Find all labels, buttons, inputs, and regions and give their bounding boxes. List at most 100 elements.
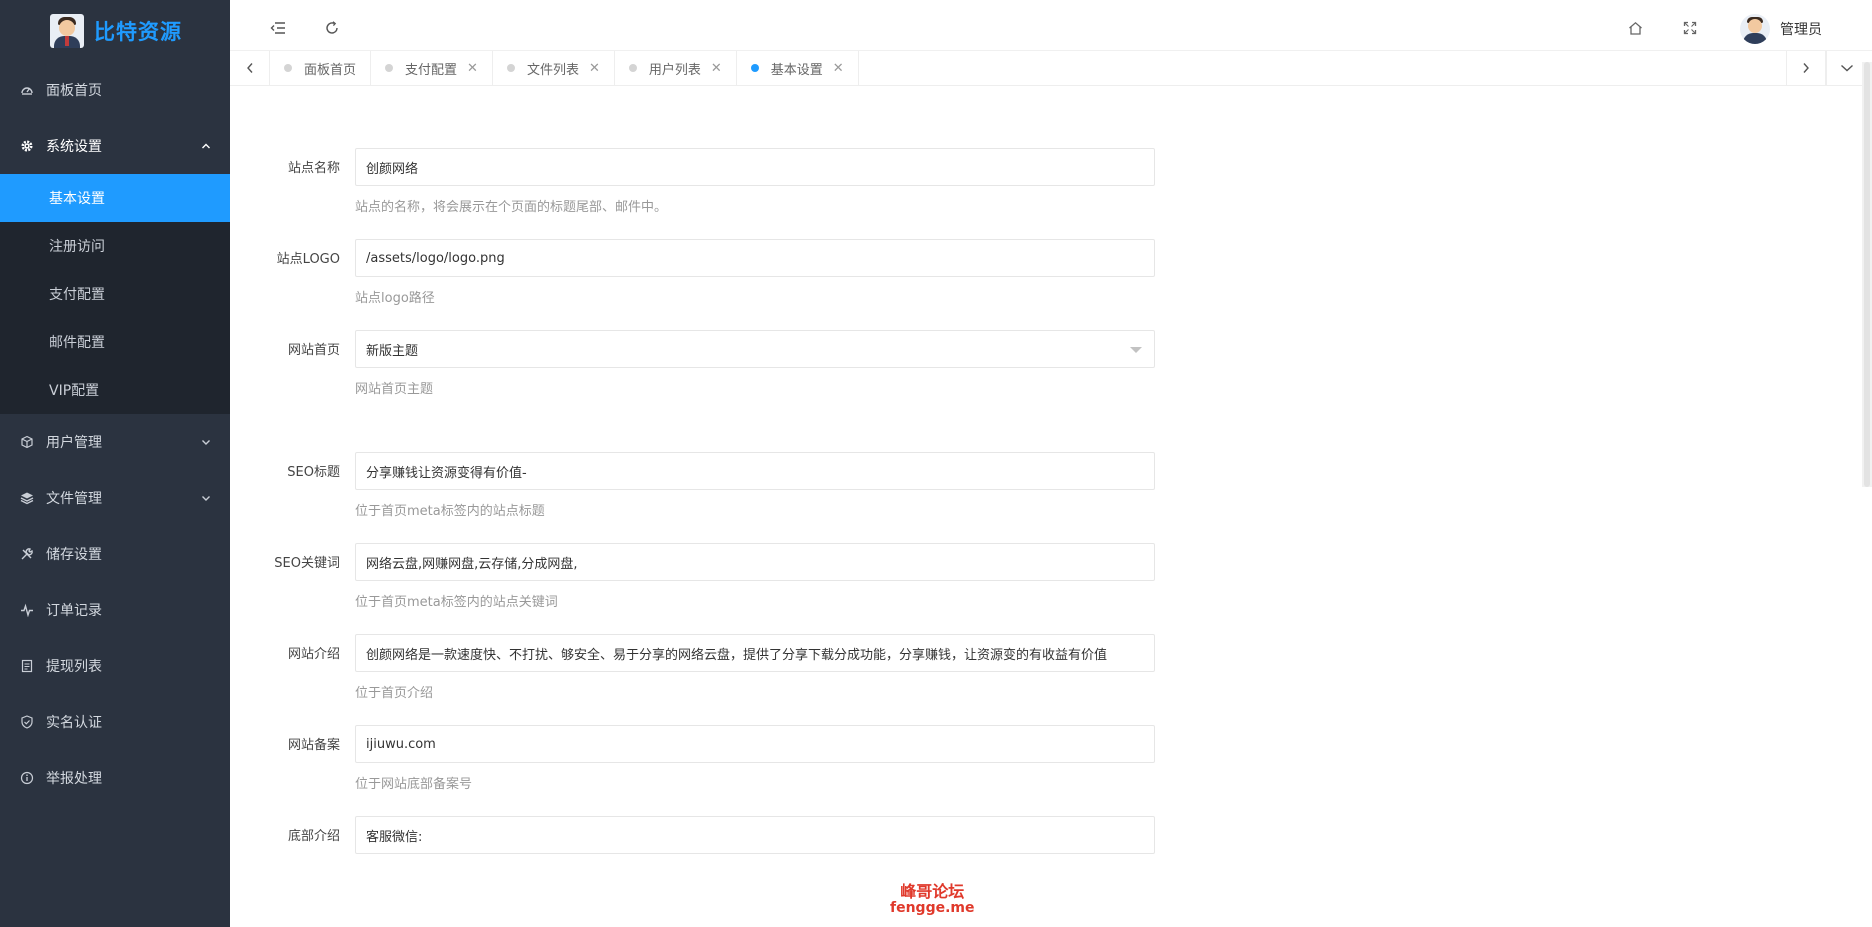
tab-dropdown-button[interactable]: [1826, 51, 1866, 85]
sidebar-item-order-records[interactable]: 订单记录: [0, 582, 230, 638]
sidebar-item-register-access[interactable]: 注册访问: [0, 222, 230, 270]
tabs: 面板首页 支付配置 ✕ 文件列表 ✕ 用户列表 ✕ 基本设置 ✕: [270, 51, 859, 85]
chevron-left-icon: [246, 63, 253, 73]
gear-icon: [20, 139, 34, 153]
refresh-icon[interactable]: [322, 18, 342, 38]
field-help: 站点logo路径: [355, 291, 435, 306]
tab-scroll-left-button[interactable]: [230, 51, 270, 85]
info-icon: [20, 771, 34, 785]
brand-name: 比特资源: [94, 20, 182, 44]
sidebar-item-file-management[interactable]: 文件管理: [0, 470, 230, 526]
avatar[interactable]: [1740, 14, 1770, 44]
tab-payment-config[interactable]: 支付配置 ✕: [371, 51, 493, 85]
field-label: 站点LOGO: [276, 252, 340, 267]
tab-basic-settings[interactable]: 基本设置 ✕: [737, 51, 859, 85]
tab-label: 文件列表: [526, 62, 579, 78]
scrollbar-thumb[interactable]: [1864, 62, 1870, 487]
tab-dot: [628, 64, 637, 72]
site-name-input[interactable]: [355, 148, 1155, 186]
field-label: 网站首页: [287, 343, 340, 358]
cube-icon: [20, 435, 34, 449]
sidebar-item-system-settings[interactable]: 系统设置: [0, 118, 230, 174]
sidebar-item-storage-settings[interactable]: 储存设置: [0, 526, 230, 582]
user-name[interactable]: 管理员: [1780, 19, 1822, 39]
menu-fold-icon[interactable]: [268, 18, 288, 38]
field-label: 网站备案: [287, 738, 340, 753]
field-label: 网站介绍: [287, 647, 340, 662]
sidebar: 比特资源 面板首页 系统设置 基本设置 注册访问 支付配置 邮件配置 VIP配置…: [0, 0, 230, 927]
watermark: 峰哥论坛 fengge.me: [890, 883, 975, 917]
settings-form: 站点名称 站点的名称，将会展示在个页面的标题尾部、邮件中。 站点LOGO 站点l…: [230, 86, 1860, 927]
field-help: 站点的名称，将会展示在个页面的标题尾部、邮件中。: [355, 200, 668, 215]
footer-intro-input[interactable]: [355, 816, 1155, 854]
sidebar-item-dashboard[interactable]: 面板首页: [0, 62, 230, 118]
tab-bar: 面板首页 支付配置 ✕ 文件列表 ✕ 用户列表 ✕ 基本设置 ✕: [230, 50, 1872, 86]
sidebar-item-label: 提现列表: [46, 659, 102, 675]
field-label: 站点名称: [287, 161, 340, 176]
tab-label: 用户列表: [648, 62, 701, 78]
close-icon[interactable]: ✕: [589, 61, 600, 76]
site-logo-input[interactable]: [355, 239, 1155, 277]
sidebar-item-label: 文件管理: [46, 491, 102, 507]
tab-dot: [284, 64, 292, 72]
sidebar-item-payment-config[interactable]: 支付配置: [0, 270, 230, 318]
seo-title-input[interactable]: [355, 452, 1155, 490]
field-help: 位于网站底部备案号: [355, 777, 473, 792]
submenu-system-settings: 基本设置 注册访问 支付配置 邮件配置 VIP配置: [0, 174, 230, 414]
chevron-up-icon: [202, 143, 210, 149]
shield-check-icon: [20, 715, 34, 729]
tab-dot: [385, 64, 394, 72]
brand-logo-icon: [50, 14, 84, 48]
list-icon: [20, 659, 34, 673]
field-label: SEO标题: [287, 465, 340, 480]
tab-user-list[interactable]: 用户列表 ✕: [615, 51, 737, 85]
brand[interactable]: 比特资源: [0, 0, 230, 62]
layers-icon: [20, 491, 34, 505]
sidebar-item-user-management[interactable]: 用户管理: [0, 414, 230, 470]
tab-dot: [506, 64, 515, 72]
field-label: 底部介绍: [287, 829, 340, 844]
sidebar-item-label: 用户管理: [46, 435, 102, 451]
site-intro-input[interactable]: [355, 634, 1155, 672]
sidebar-item-basic-settings[interactable]: 基本设置: [0, 174, 230, 222]
dashboard-icon: [20, 83, 34, 97]
select-value: 新版主题: [366, 343, 419, 359]
fullscreen-icon[interactable]: [1680, 18, 1700, 38]
caret-down-icon: [1130, 347, 1142, 353]
field-help: 网站首页主题: [355, 382, 434, 397]
sidebar-item-label: 系统设置: [46, 139, 102, 155]
sidebar-item-label: 储存设置: [46, 547, 102, 563]
seo-keywords-input[interactable]: [355, 543, 1155, 581]
close-icon[interactable]: ✕: [467, 61, 478, 76]
chevron-down-icon: [1840, 64, 1853, 72]
sidebar-item-report-handling[interactable]: 举报处理: [0, 750, 230, 806]
home-theme-select[interactable]: 新版主题: [355, 330, 1155, 368]
sidebar-item-mail-config[interactable]: 邮件配置: [0, 318, 230, 366]
tab-dashboard[interactable]: 面板首页: [270, 51, 372, 85]
tab-label: 基本设置: [770, 62, 823, 78]
watermark-line2: fengge.me: [890, 900, 975, 916]
scrollbar[interactable]: [1862, 62, 1872, 487]
tools-icon: [20, 547, 34, 561]
field-label: SEO关键词: [274, 556, 340, 571]
tab-scroll-right-button[interactable]: [1786, 51, 1826, 85]
tab-label: 支付配置: [405, 62, 458, 78]
sidebar-item-label: 订单记录: [46, 603, 102, 619]
tab-dot: [750, 64, 759, 72]
sidebar-item-real-name-auth[interactable]: 实名认证: [0, 694, 230, 750]
site-icp-input[interactable]: [355, 725, 1155, 763]
close-icon[interactable]: ✕: [711, 61, 722, 76]
watermark-line1: 峰哥论坛: [900, 882, 965, 901]
sidebar-item-label: 面板首页: [46, 83, 102, 99]
chevron-down-icon: [202, 496, 210, 501]
field-help: 位于首页meta标签内的站点标题: [355, 504, 545, 519]
chevron-down-icon: [202, 440, 210, 445]
home-icon[interactable]: [1625, 18, 1645, 38]
sidebar-item-withdraw-list[interactable]: 提现列表: [0, 638, 230, 694]
sidebar-item-vip-config[interactable]: VIP配置: [0, 366, 230, 414]
close-icon[interactable]: ✕: [833, 61, 844, 76]
field-help: 位于首页介绍: [355, 686, 434, 701]
pulse-icon: [20, 603, 34, 617]
field-help: 位于首页meta标签内的站点关键词: [355, 595, 558, 610]
tab-file-list[interactable]: 文件列表 ✕: [493, 51, 615, 85]
